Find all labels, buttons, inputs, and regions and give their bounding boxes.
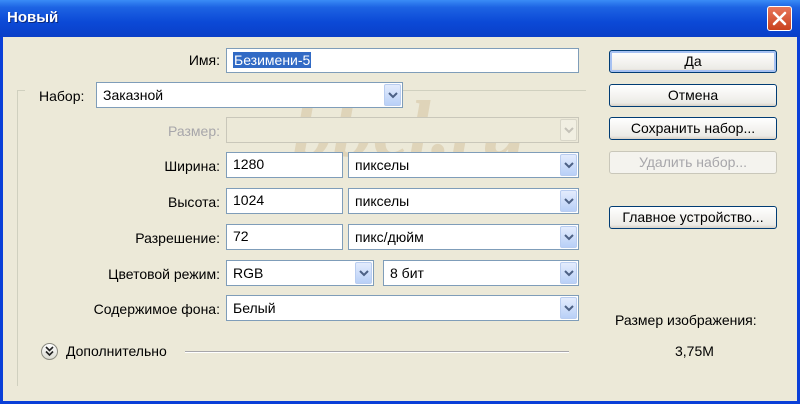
resolution-unit-value: пикс/дюйм	[355, 229, 424, 245]
resolution-input[interactable]: 72	[226, 224, 343, 250]
height-unit-value: пикселы	[355, 193, 410, 209]
background-arrow[interactable]	[560, 297, 577, 319]
bit-depth-arrow[interactable]	[560, 262, 577, 284]
resolution-unit-dropdown[interactable]: пикс/дюйм	[348, 224, 579, 250]
groupbox-border	[17, 90, 25, 91]
height-unit-dropdown[interactable]: пикселы	[348, 188, 579, 214]
preset-dropdown-arrow[interactable]	[384, 84, 401, 106]
chevron-down-icon	[564, 162, 574, 169]
color-mode-dropdown[interactable]: RGB	[226, 260, 374, 286]
chevron-down-icon	[359, 270, 369, 277]
width-unit-arrow[interactable]	[560, 154, 577, 176]
advanced-label[interactable]: Дополнительно	[66, 343, 167, 359]
ok-button[interactable]: Да	[609, 50, 777, 73]
cancel-button[interactable]: Отмена	[609, 84, 777, 107]
background-label: Содержимое фона:	[93, 301, 220, 317]
color-mode-label: Цветовой режим:	[108, 266, 220, 282]
preset-dropdown[interactable]: Заказной	[96, 82, 403, 108]
advanced-divider	[185, 351, 569, 353]
advanced-toggle[interactable]	[41, 343, 58, 360]
width-unit-value: пикселы	[355, 157, 410, 173]
window-title: Новый	[7, 9, 59, 26]
chevron-down-icon	[388, 92, 398, 99]
delete-preset-button: Удалить набор...	[609, 151, 777, 174]
resolution-label: Разрешение:	[135, 230, 220, 246]
chevron-down-icon	[564, 127, 574, 134]
width-unit-dropdown[interactable]: пикселы	[348, 152, 579, 178]
name-value: Безимени-5	[233, 52, 312, 68]
dialog-body: bbel.ru Имя: Безимени-5 Набор: Заказной …	[3, 37, 797, 401]
save-preset-button[interactable]: Сохранить набор...	[609, 117, 777, 140]
width-input[interactable]: 1280	[226, 152, 343, 178]
height-input[interactable]: 1024	[226, 188, 343, 214]
background-dropdown[interactable]: Белый	[226, 295, 579, 321]
resolution-unit-arrow[interactable]	[560, 226, 577, 248]
double-chevron-down-icon	[45, 346, 54, 357]
title-bar[interactable]: Новый	[0, 0, 800, 37]
color-mode-value: RGB	[233, 265, 264, 281]
preset-label: Набор:	[39, 88, 85, 104]
size-dropdown-arrow	[560, 119, 577, 141]
size-dropdown	[226, 117, 579, 143]
groupbox-border	[17, 90, 18, 386]
name-input[interactable]: Безимени-5	[226, 48, 579, 73]
image-size-value: 3,75M	[675, 343, 714, 359]
size-label: Размер:	[167, 123, 220, 139]
chevron-down-icon	[564, 234, 574, 241]
height-unit-arrow[interactable]	[560, 190, 577, 212]
width-label: Ширина:	[164, 158, 220, 174]
background-value: Белый	[233, 300, 276, 316]
close-icon	[772, 11, 787, 26]
new-document-dialog: Новый bbel.ru Имя: Безимени-5 Набор: Зак…	[0, 0, 800, 404]
chevron-down-icon	[564, 305, 574, 312]
bit-depth-dropdown[interactable]: 8 бит	[383, 260, 579, 286]
preset-value: Заказной	[103, 87, 164, 103]
bit-depth-value: 8 бит	[390, 265, 424, 281]
chevron-down-icon	[564, 198, 574, 205]
groupbox-border	[403, 90, 586, 91]
close-button[interactable]	[767, 6, 792, 31]
name-label: Имя:	[188, 52, 220, 68]
height-label: Высота:	[168, 194, 220, 210]
chevron-down-icon	[564, 270, 574, 277]
color-mode-arrow[interactable]	[355, 262, 372, 284]
image-size-label: Размер изображения:	[615, 312, 757, 328]
device-central-button[interactable]: Главное устройство...	[609, 206, 777, 229]
